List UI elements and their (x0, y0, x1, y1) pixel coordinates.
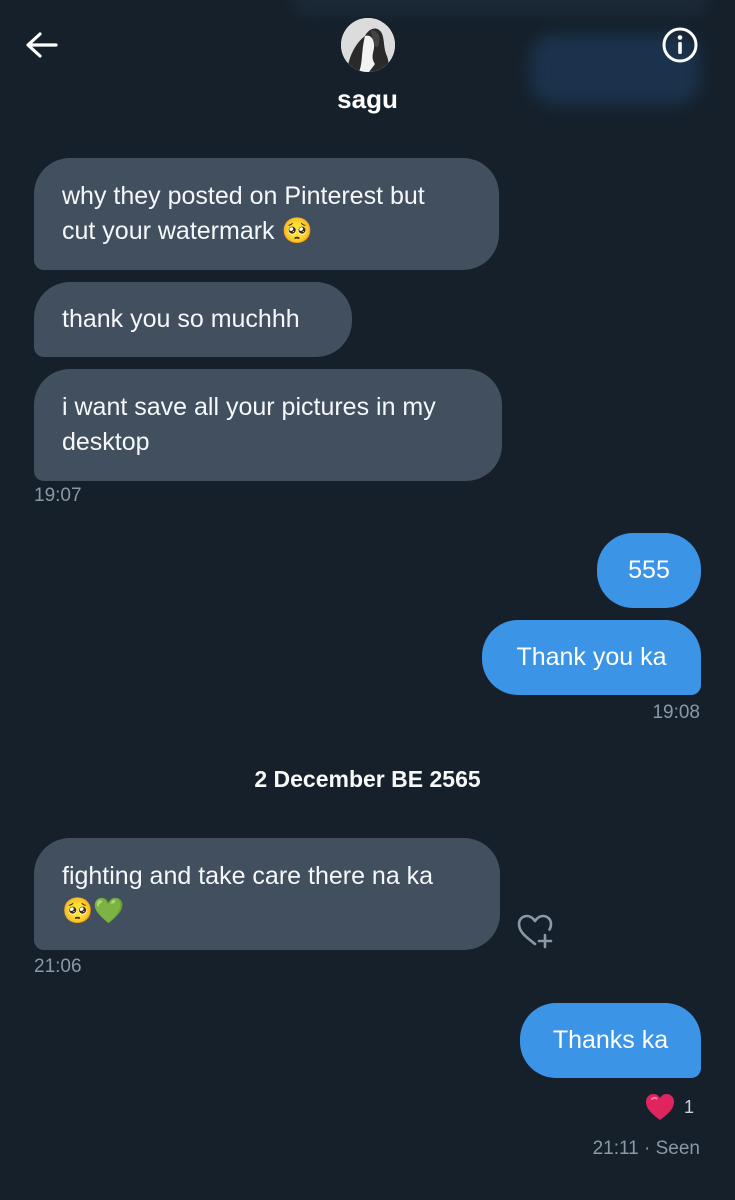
message-text: i want save all your pictures in my desk… (62, 393, 436, 456)
reaction-count: 1 (684, 1097, 695, 1117)
incoming-message[interactable]: fighting and take care there na ka 🥺💚 (34, 838, 500, 950)
reaction-badge[interactable] (644, 1092, 676, 1122)
message-text: why they posted on Pinterest but cut you… (62, 182, 425, 245)
message-timestamp: 21:06 (34, 956, 82, 977)
conversation-title: sagu (337, 84, 398, 114)
heart-icon (646, 1094, 674, 1120)
outgoing-message[interactable]: 555 (597, 533, 701, 608)
info-button[interactable] (661, 26, 699, 64)
date-separator: 2 December BE 2565 (254, 766, 481, 792)
incoming-message[interactable]: why they posted on Pinterest but cut you… (34, 158, 499, 270)
arrow-left-icon (26, 32, 58, 58)
blurred-background-shape (290, 0, 710, 16)
outgoing-message[interactable]: Thank you ka (482, 620, 701, 695)
incoming-message[interactable]: i want save all your pictures in my desk… (34, 369, 502, 481)
message-text: Thank you ka (516, 643, 667, 671)
avatar-image (341, 18, 395, 72)
message-text: 555 (628, 556, 670, 584)
dm-conversation-screen: sagu why they posted on Pinterest but cu… (0, 0, 735, 1200)
info-circle-icon (662, 27, 698, 63)
message-timestamp: 19:07 (34, 485, 82, 506)
message-timestamp: 21:11 · Seen (592, 1138, 700, 1159)
add-reaction-button[interactable] (516, 913, 556, 949)
avatar[interactable] (341, 18, 395, 72)
message-text: fighting and take care there na ka 🥺💚 (62, 862, 434, 925)
outgoing-message[interactable]: Thanks ka (520, 1003, 701, 1078)
message-timestamp: 19:08 (652, 702, 700, 723)
incoming-message[interactable]: thank you so muchhh (34, 282, 352, 357)
message-text: Thanks ka (552, 1026, 669, 1054)
back-button[interactable] (22, 28, 62, 62)
message-text: thank you so muchhh (62, 305, 300, 333)
heart-plus-icon (517, 914, 553, 949)
